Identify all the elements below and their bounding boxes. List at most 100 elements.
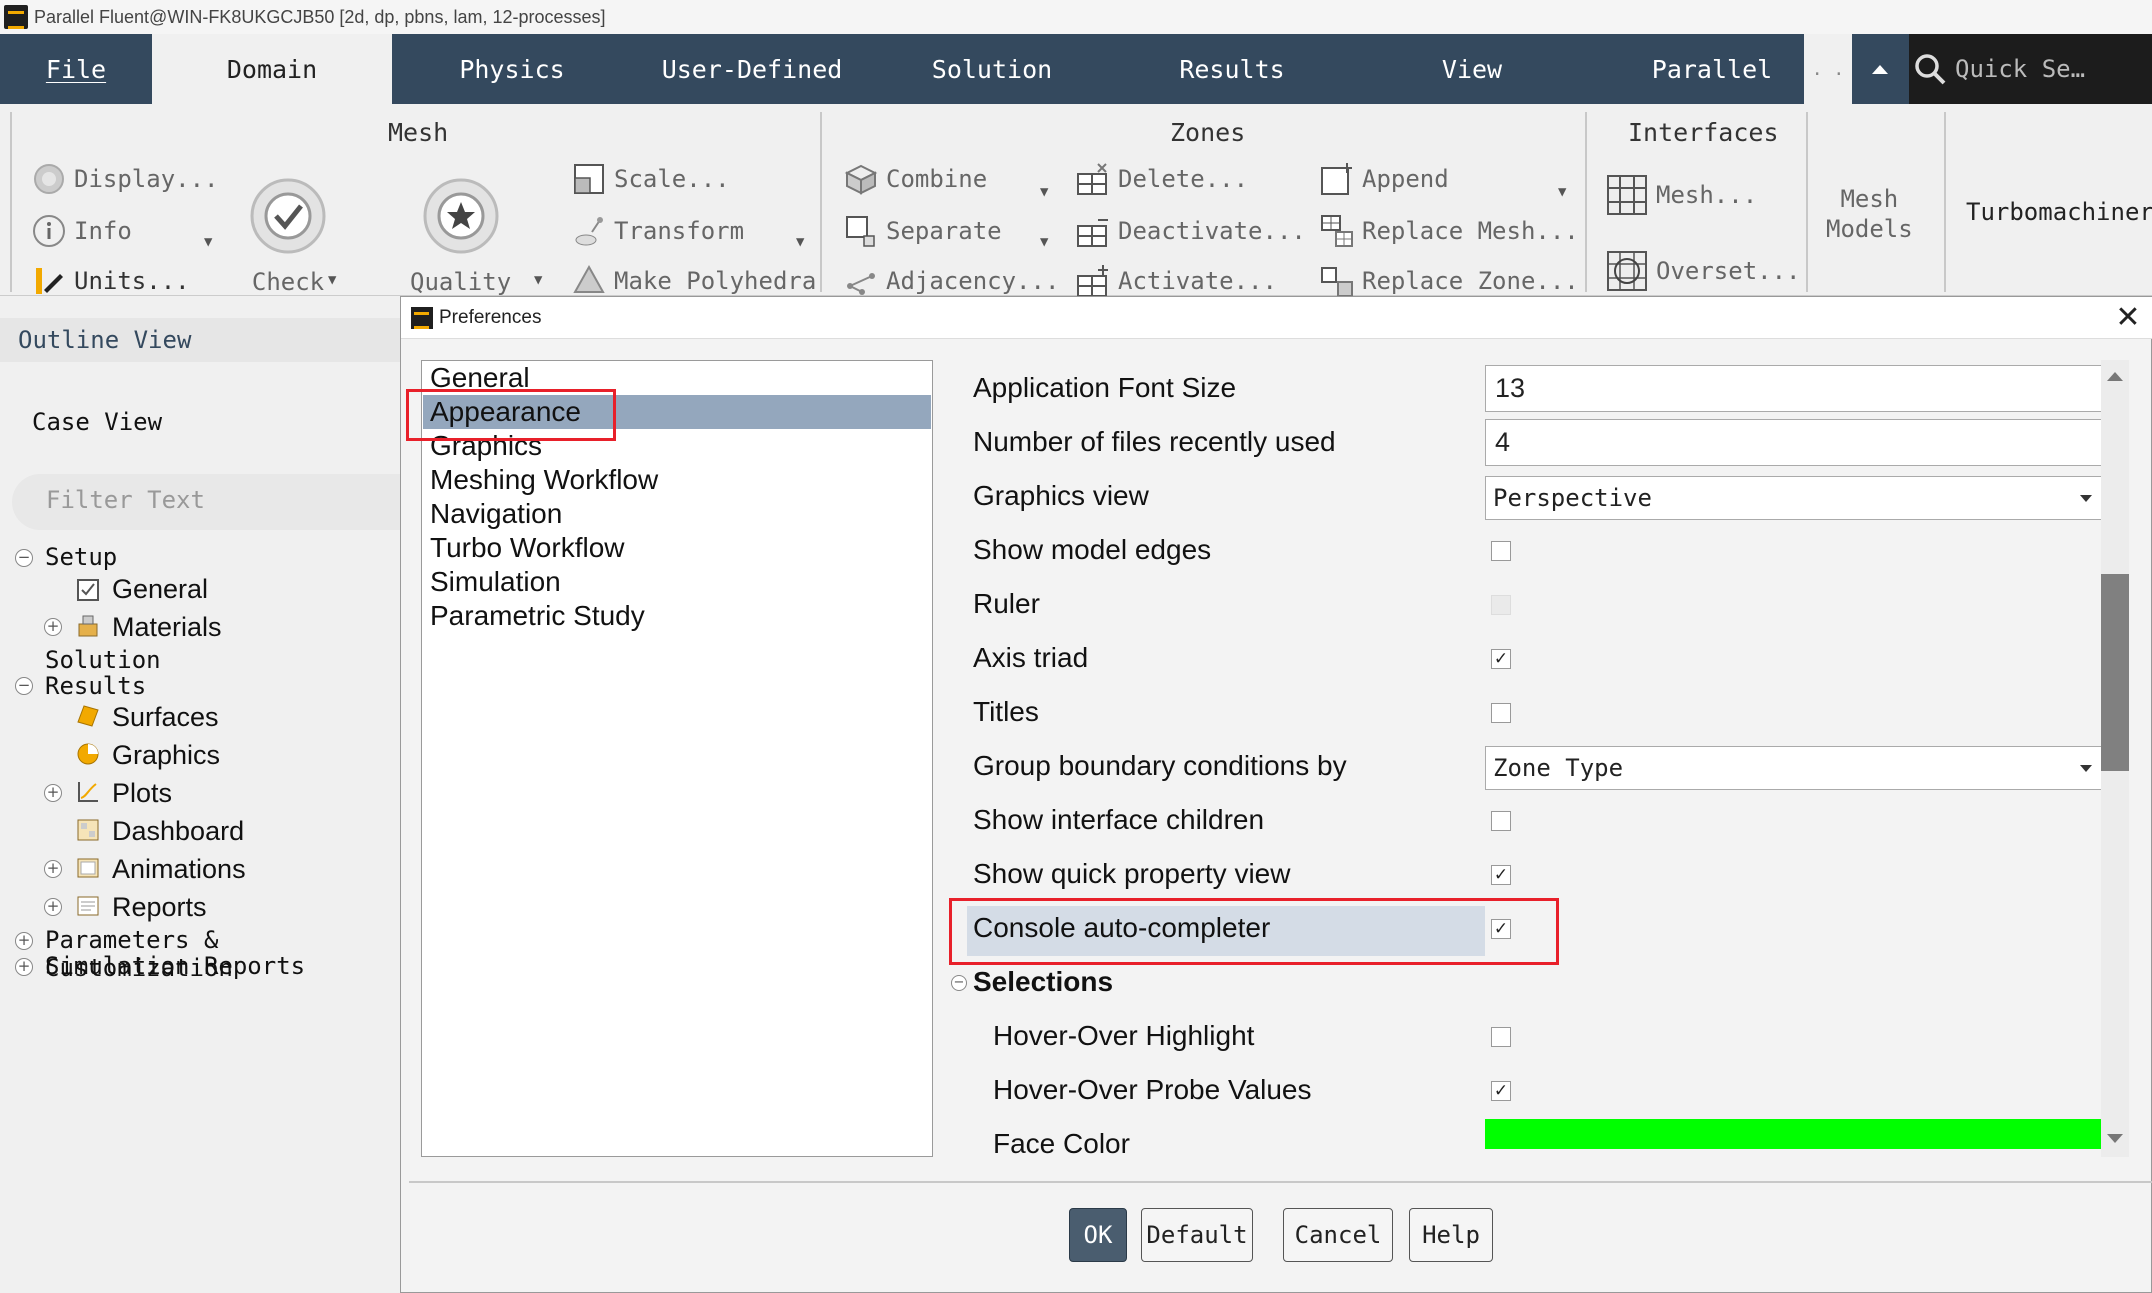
reports-expand-toggle[interactable]: +	[44, 898, 62, 916]
interfaces-mesh-button[interactable]: Mesh...	[1606, 174, 1757, 216]
tab-view[interactable]: View	[1352, 34, 1592, 104]
check-dropdown-arrow[interactable]: ▼	[328, 272, 336, 288]
delete-zone-button[interactable]: Delete...	[1076, 162, 1248, 196]
case-view-label[interactable]: Case View	[32, 408, 162, 436]
tab-domain[interactable]: Domain	[152, 34, 392, 104]
delete-grid-icon	[1076, 162, 1110, 196]
combine-dropdown-arrow[interactable]: ▼	[1040, 184, 1048, 200]
cancel-button[interactable]: Cancel	[1283, 1208, 1393, 1262]
scroll-down-icon[interactable]	[2107, 1134, 2123, 1143]
font-size-input[interactable]: 13	[1485, 365, 2105, 412]
overset-button[interactable]: Overset...	[1606, 250, 1801, 292]
model-edges-checkbox[interactable]	[1491, 541, 1511, 561]
ribbon: Mesh Display... Info ▼ Units... Check ▼ …	[0, 104, 2152, 298]
separate-dropdown-arrow[interactable]: ▼	[1040, 234, 1048, 250]
scroll-up-icon[interactable]	[2107, 372, 2123, 381]
ruler-checkbox[interactable]	[1491, 595, 1511, 615]
quality-dropdown-arrow[interactable]: ▼	[534, 272, 542, 288]
transform-button[interactable]: Transform	[572, 214, 744, 248]
default-button[interactable]: Default	[1141, 1208, 1253, 1262]
tree-materials[interactable]: Materials	[112, 612, 222, 643]
animations-expand-toggle[interactable]: +	[44, 860, 62, 878]
graphics-view-select[interactable]: Perspective	[1485, 476, 2105, 520]
tree-solution[interactable]: Solution	[45, 646, 161, 674]
tree-surfaces[interactable]: Surfaces	[112, 702, 219, 733]
tree-graphics[interactable]: Graphics	[112, 740, 220, 771]
tree-results[interactable]: Results	[45, 672, 146, 700]
replace-zone-button[interactable]: Replace Zone...	[1320, 264, 1579, 298]
scrollbar-thumb[interactable]	[2101, 574, 2129, 771]
quick-search-input[interactable]: Quick Se…	[1909, 34, 2152, 104]
append-button[interactable]: Append	[1320, 162, 1449, 196]
help-button[interactable]: Help	[1409, 1208, 1493, 1262]
category-turbo-workflow[interactable]: Turbo Workflow	[423, 531, 931, 565]
replace-mesh-button[interactable]: Replace Mesh...	[1320, 214, 1579, 248]
tab-file[interactable]: File	[0, 34, 152, 104]
adjacency-button[interactable]: Adjacency...	[844, 264, 1059, 298]
category-simulation[interactable]: Simulation	[423, 565, 931, 599]
group-bc-label: Group boundary conditions by	[973, 750, 1347, 781]
tab-solution-label: Solution	[931, 54, 1053, 84]
category-meshing-workflow[interactable]: Meshing Workflow	[423, 463, 931, 497]
tree-simulation-reports[interactable]: Simulation Reports	[45, 952, 305, 980]
activate-zone-button[interactable]: Activate...	[1076, 264, 1277, 298]
materials-expand-toggle[interactable]: +	[44, 618, 62, 636]
interface-children-label: Show interface children	[973, 804, 1265, 835]
separate-button[interactable]: Separate	[844, 214, 1002, 248]
display-mesh-button[interactable]: Display...	[32, 162, 219, 196]
tree-dashboard[interactable]: Dashboard	[112, 816, 244, 847]
filter-text-placeholder: Filter Text	[46, 486, 205, 514]
make-polyhedra-button[interactable]: Make Polyhedra	[572, 264, 816, 298]
units-button[interactable]: Units...	[32, 264, 190, 298]
more-tabs-label: . .	[1811, 58, 1845, 80]
quick-search-placeholder: Quick Se…	[1955, 55, 2086, 83]
quality-button[interactable]: Quality	[410, 176, 511, 296]
tree-general[interactable]: General	[112, 574, 208, 605]
group-bc-select[interactable]: Zone Type	[1485, 746, 2105, 790]
hover-highlight-label: Hover-Over Highlight	[993, 1020, 1255, 1051]
hover-highlight-checkbox[interactable]	[1491, 1027, 1511, 1047]
tree-animations[interactable]: Animations	[112, 854, 246, 885]
axis-triad-checkbox[interactable]: ✓	[1491, 649, 1511, 669]
transform-dropdown-arrow[interactable]: ▼	[796, 234, 804, 250]
tree-reports[interactable]: Reports	[112, 892, 207, 923]
close-icon[interactable]: ✕	[2111, 301, 2145, 335]
selections-collapse-toggle[interactable]: −	[951, 975, 967, 991]
info-button[interactable]: Info	[32, 214, 132, 248]
titles-checkbox[interactable]	[1491, 703, 1511, 723]
quick-property-checkbox[interactable]: ✓	[1491, 865, 1511, 885]
tab-results[interactable]: Results	[1112, 34, 1352, 104]
append-dropdown-arrow[interactable]: ▼	[1558, 184, 1566, 200]
recent-files-input[interactable]: 4	[1485, 419, 2105, 466]
params-expand-toggle[interactable]: +	[15, 932, 33, 950]
scale-button[interactable]: Scale...	[572, 162, 730, 196]
category-parametric-study[interactable]: Parametric Study	[423, 599, 931, 633]
ribbon-separator	[1944, 112, 1946, 292]
setup-collapse-toggle[interactable]: −	[15, 549, 33, 567]
interface-children-checkbox[interactable]	[1491, 811, 1511, 831]
results-collapse-toggle[interactable]: −	[15, 677, 33, 695]
tab-physics[interactable]: Physics	[392, 34, 632, 104]
properties-scrollbar[interactable]	[2101, 360, 2129, 1157]
hover-probe-checkbox[interactable]: ✓	[1491, 1081, 1511, 1101]
tree-setup[interactable]: Setup	[45, 543, 117, 571]
ok-button[interactable]: OK	[1069, 1208, 1127, 1262]
tab-user-defined[interactable]: User-Defined	[632, 34, 872, 104]
units-icon	[32, 264, 66, 298]
check-button[interactable]: Check	[248, 176, 328, 296]
plots-expand-toggle[interactable]: +	[44, 784, 62, 802]
tab-parallel[interactable]: Parallel	[1592, 34, 1832, 104]
face-color-swatch[interactable]	[1485, 1119, 2105, 1149]
deactivate-zone-button[interactable]: Deactivate...	[1076, 214, 1306, 248]
category-navigation[interactable]: Navigation	[423, 497, 931, 531]
info-dropdown-arrow[interactable]: ▼	[204, 234, 212, 250]
filter-text-input[interactable]: Filter Text	[12, 474, 400, 530]
turbomachinery-button[interactable]: Turbomachinery	[1966, 198, 2152, 226]
combine-button[interactable]: Combine	[844, 162, 987, 196]
tab-solution[interactable]: Solution	[872, 34, 1112, 104]
sim-reports-expand-toggle[interactable]: +	[15, 958, 33, 976]
collapse-ribbon-button[interactable]	[1852, 34, 1908, 104]
more-tabs-button[interactable]: . .	[1804, 34, 1852, 104]
mesh-models-button[interactable]: Mesh Models	[1826, 184, 1913, 244]
tree-plots[interactable]: Plots	[112, 778, 172, 809]
